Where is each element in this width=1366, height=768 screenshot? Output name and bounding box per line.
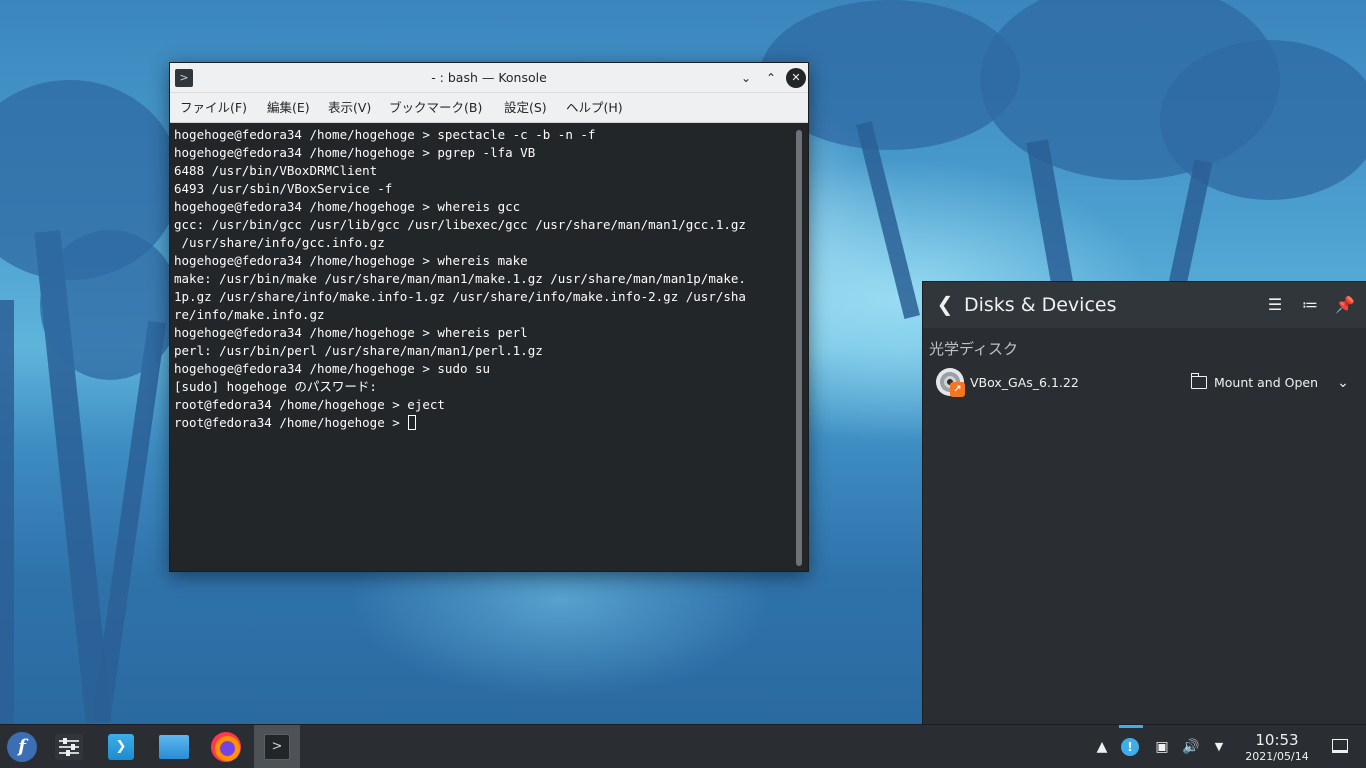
- arrow-badge-icon: ↗: [950, 382, 965, 397]
- terminal-line: hogehoge@fedora34 /home/hogehoge > where…: [174, 199, 521, 214]
- scrollbar-thumb[interactable]: [796, 130, 802, 566]
- show-desktop-icon[interactable]: [1332, 739, 1348, 753]
- terminal-line: hogehoge@fedora34 /home/hogehoge > where…: [174, 325, 528, 340]
- task-firefox[interactable]: [202, 725, 248, 768]
- terminal-output: hogehoge@fedora34 /home/hogehoge > spect…: [174, 126, 794, 432]
- taskbar: f ❯ > ▲ ! ▣ 🔊 ▼ 10:53 2021/05/14: [0, 724, 1366, 768]
- menu-file[interactable]: ファイル(F): [180, 93, 247, 123]
- task-system-settings[interactable]: [46, 725, 92, 768]
- terminal-scrollbar[interactable]: [796, 130, 802, 566]
- mount-and-open-button[interactable]: Mount and Open: [1214, 366, 1318, 400]
- tray-expand-icon[interactable]: ▼: [1209, 737, 1229, 757]
- clock-date[interactable]: 2021/05/14: [1236, 749, 1318, 765]
- terminal-line: hogehoge@fedora34 /home/hogehoge > spect…: [174, 127, 596, 142]
- konsole-icon: >: [264, 734, 290, 760]
- configure-icon[interactable]: ≔: [1299, 294, 1321, 316]
- volume-icon[interactable]: 🔊: [1181, 737, 1201, 757]
- application-launcher[interactable]: f: [0, 725, 44, 768]
- network-icon[interactable]: ▣: [1152, 737, 1172, 757]
- clock-time[interactable]: 10:53: [1236, 730, 1318, 750]
- menu-bookmarks[interactable]: ブックマーク(B): [389, 93, 482, 123]
- chevron-down-icon[interactable]: ⌄: [1333, 373, 1353, 393]
- terminal-line: gcc: /usr/bin/gcc /usr/lib/gcc /usr/libe…: [174, 217, 746, 232]
- menu-view[interactable]: 表示(V): [328, 93, 371, 123]
- task-discover[interactable]: ❯: [98, 725, 144, 768]
- menu-help[interactable]: ヘルプ(H): [566, 93, 623, 123]
- device-name: VBox_GAs_6.1.22: [970, 375, 1079, 390]
- menu-settings[interactable]: 設定(S): [504, 93, 547, 123]
- discover-bag-icon: ❯: [108, 734, 134, 760]
- close-button[interactable]: ✕: [786, 68, 806, 88]
- terminal-line: hogehoge@fedora34 /home/hogehoge > where…: [174, 253, 528, 268]
- terminal-prompt-line[interactable]: root@fedora34 /home/hogehoge >: [174, 414, 794, 432]
- disks-devices-popup: ❮ Disks & Devices ☰ ≔ 📌 光学ディスク ↗ VBox_GA…: [922, 281, 1366, 724]
- window-titlebar[interactable]: > - : bash — Konsole ⌄ ⌃ ✕: [170, 63, 808, 93]
- terminal-line: 1p.gz /usr/share/info/make.info-1.gz /us…: [174, 289, 746, 304]
- folder-icon[interactable]: [1190, 373, 1207, 389]
- terminal-line: make: /usr/bin/make /usr/share/man/man1/…: [174, 271, 746, 286]
- terminal-prompt: root@fedora34 /home/hogehoge >: [174, 415, 408, 430]
- hamburger-menu-icon[interactable]: ☰: [1264, 294, 1286, 316]
- terminal-line: re/info/make.info.gz: [174, 307, 325, 322]
- popup-title: Disks & Devices: [964, 294, 1117, 316]
- section-header-optical-disc: 光学ディスク: [929, 340, 1018, 358]
- back-arrow-icon[interactable]: ❮: [933, 292, 957, 316]
- menu-bar: ファイル(F) 編集(E) 表示(V) ブックマーク(B) 設定(S) ヘルプ(…: [170, 93, 808, 123]
- text-cursor: [408, 415, 417, 430]
- terminal-line: hogehoge@fedora34 /home/hogehoge > sudo …: [174, 361, 491, 376]
- pin-icon[interactable]: 📌: [1334, 294, 1356, 316]
- device-item[interactable]: ↗ VBox_GAs_6.1.22 Mount and Open ⌄: [923, 366, 1366, 400]
- folder-icon: [159, 735, 189, 759]
- update-icon[interactable]: ▲: [1092, 737, 1112, 757]
- popup-header: ❮ Disks & Devices ☰ ≔ 📌: [923, 282, 1366, 328]
- terminal-line: 6488 /usr/bin/VBoxDRMClient: [174, 163, 378, 178]
- active-indicator: [1119, 725, 1143, 728]
- terminal-line: perl: /usr/bin/perl /usr/share/man/man1/…: [174, 343, 543, 358]
- terminal-line: 6493 /usr/sbin/VBoxService -f: [174, 181, 393, 196]
- terminal-line: hogehoge@fedora34 /home/hogehoge > pgrep…: [174, 145, 536, 160]
- menu-edit[interactable]: 編集(E): [267, 93, 310, 123]
- terminal-line: root@fedora34 /home/hogehoge > eject: [174, 397, 445, 412]
- fedora-logo-icon: f: [7, 732, 37, 762]
- terminal-area[interactable]: hogehoge@fedora34 /home/hogehoge > spect…: [170, 124, 808, 571]
- system-settings-icon: [55, 734, 83, 760]
- window-title: - : bash — Konsole: [431, 70, 547, 85]
- maximize-button[interactable]: ⌃: [761, 68, 781, 88]
- task-dolphin[interactable]: [150, 725, 196, 768]
- konsole-window[interactable]: > - : bash — Konsole ⌄ ⌃ ✕ ファイル(F) 編集(E)…: [169, 62, 809, 572]
- notification-icon[interactable]: !: [1121, 738, 1139, 756]
- task-konsole[interactable]: >: [254, 725, 300, 768]
- terminal-line: [sudo] hogehoge のパスワード:: [174, 379, 377, 394]
- firefox-icon: [211, 732, 241, 762]
- minimize-button[interactable]: ⌄: [736, 68, 756, 88]
- terminal-line: /usr/share/info/gcc.info.gz: [174, 235, 385, 250]
